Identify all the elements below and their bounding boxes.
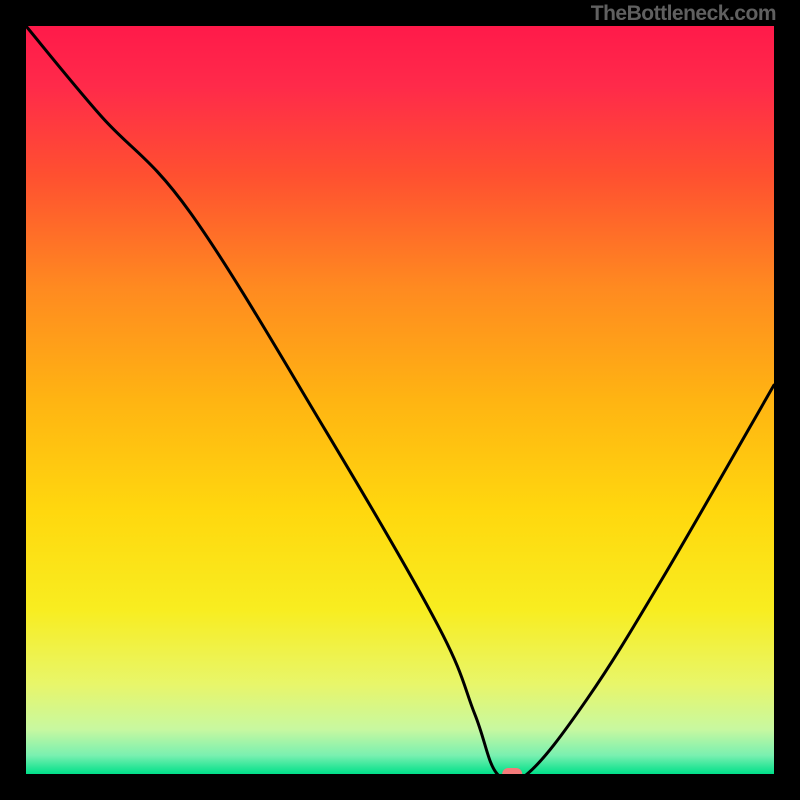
optimal-marker (502, 768, 522, 774)
bottleneck-chart (26, 26, 774, 774)
gradient-background (26, 26, 774, 774)
chart-frame: TheBottleneck.com (0, 0, 800, 800)
plot-area (26, 26, 774, 774)
attribution-label: TheBottleneck.com (591, 2, 776, 26)
